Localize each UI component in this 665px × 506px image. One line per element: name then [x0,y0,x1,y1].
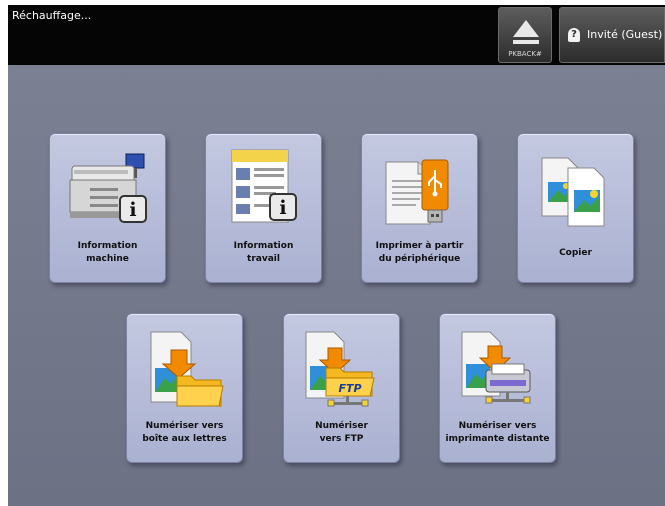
scan-to-mailbox-icon [150,331,224,407]
tile-print-from-device[interactable]: Imprimer à partir du périphérique [361,133,478,283]
ftp-glyph: FTP [338,382,361,395]
main-panel: i Information machine i Information trav… [8,65,665,506]
tile-label: Information machine [77,241,138,264]
scan-to-ftp-icon: FTP [305,331,375,407]
usb-print-icon [385,159,449,225]
tile-label: Numériser vers FTP [315,421,368,444]
tile-label: Information travail [233,241,294,264]
screen: Réchauffage... PKBACK# ? Invité (Guest) [8,5,665,506]
tile-scan-to-ftp[interactable]: FTP Numériser vers FTP [283,313,400,463]
user-icon: ? [568,28,580,42]
info-glyph: i [129,199,136,221]
tile-label: Numériser vers boîte aux lettres [142,421,227,444]
guest-user-button[interactable]: ? Invité (Guest) [559,7,665,63]
tile-label: Copier [559,247,592,258]
status-text: Réchauffage... [12,9,92,22]
tile-label: Imprimer à partir du périphérique [375,241,464,264]
tile-copy[interactable]: Copier [517,133,634,283]
pkback-button[interactable]: PKBACK# [498,7,552,63]
top-bar: Réchauffage... PKBACK# ? Invité (Guest) [8,5,665,65]
machine-info-icon: i [69,153,147,223]
job-info-icon: i [231,149,297,223]
guest-label: Invité (Guest) [587,28,663,41]
pkback-label: PKBACK# [508,50,542,58]
eject-icon [513,20,539,37]
tile-label: Numériser vers imprimante distante [445,421,550,444]
eject-bar-icon [513,40,539,44]
scan-to-remote-printer-icon [461,331,531,404]
tile-job-information[interactable]: i Information travail [205,133,322,283]
tile-scan-to-mailbox[interactable]: Numériser vers boîte aux lettres [126,313,243,463]
tile-scan-to-remote-printer[interactable]: Numériser vers imprimante distante [439,313,556,463]
copy-icon [541,157,605,227]
tile-machine-information[interactable]: i Information machine [49,133,166,283]
info-glyph: i [279,197,286,219]
